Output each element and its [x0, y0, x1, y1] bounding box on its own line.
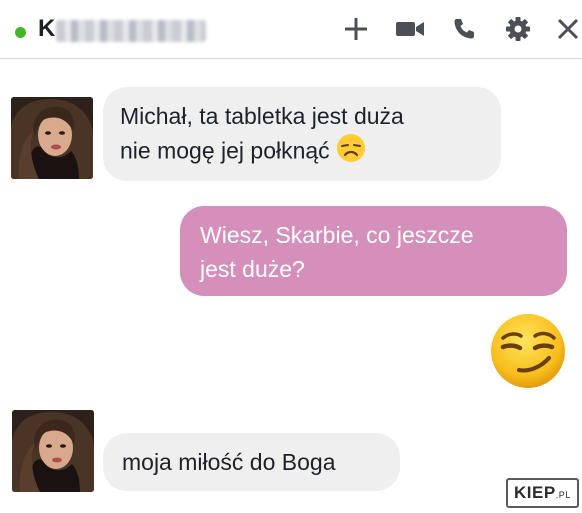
online-status-icon — [15, 27, 26, 38]
contact-avatar[interactable] — [12, 410, 94, 492]
message-text-line: jest duże? — [200, 256, 305, 282]
outgoing-message: Wiesz, Skarbie, co jeszcze jest duże? — [180, 206, 567, 296]
message-text-line: Michał, ta tabletka jest duża — [120, 103, 404, 129]
smirking-face-icon — [489, 312, 567, 390]
site-watermark-logo: KIEP.PL — [506, 478, 579, 508]
incoming-message: Michał, ta tabletka jest duża nie mogę j… — [103, 87, 501, 181]
chat-header: K — [0, 0, 582, 59]
contact-name[interactable]: K — [38, 14, 55, 44]
close-icon[interactable] — [553, 14, 582, 44]
disappointed-face-icon — [336, 133, 366, 172]
contact-avatar[interactable] — [11, 97, 93, 179]
message-text-line: nie mogę jej połknąć — [120, 137, 330, 164]
incoming-message: moja miłość do Boga — [103, 433, 400, 491]
blurred-name-redaction — [56, 20, 206, 42]
plus-icon[interactable] — [341, 14, 371, 44]
phone-icon[interactable] — [449, 14, 479, 44]
video-camera-icon[interactable] — [395, 14, 425, 44]
message-text-line: moja miłość do Boga — [122, 449, 336, 475]
gear-icon[interactable] — [503, 14, 533, 44]
message-text-line: Wiesz, Skarbie, co jeszcze — [200, 222, 474, 248]
